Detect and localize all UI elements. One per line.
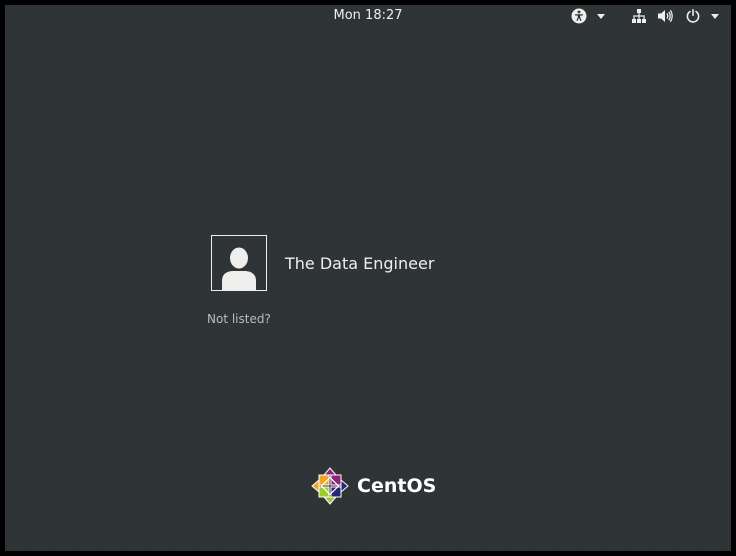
- clock[interactable]: Mon 18:27: [5, 8, 731, 23]
- login-screen: Mon 18:27 The Data Engineer Not listed? …: [5, 5, 731, 551]
- chevron-down-icon: [597, 13, 605, 19]
- user-silhouette-icon: [219, 244, 259, 290]
- system-menu[interactable]: [631, 7, 723, 25]
- user-name[interactable]: The Data Engineer: [285, 254, 434, 273]
- centos-logo-icon: [311, 467, 349, 505]
- clock-time[interactable]: 18:27: [365, 8, 402, 23]
- network-wired-icon: [631, 8, 647, 24]
- clock-day[interactable]: Mon: [333, 8, 360, 23]
- avatar[interactable]: [211, 235, 267, 291]
- accessibility-menu[interactable]: [571, 7, 611, 25]
- top-bar: Mon 18:27: [5, 5, 731, 27]
- logo-text: CentOS: [357, 475, 437, 497]
- centos-logo: CentOS: [311, 466, 436, 506]
- user-list-item[interactable]: The Data Engineer: [211, 233, 434, 293]
- power-icon: [685, 8, 701, 24]
- not-listed-link[interactable]: Not listed?: [207, 312, 271, 326]
- accessibility-icon: [571, 8, 587, 24]
- volume-icon: [657, 8, 673, 24]
- chevron-down-icon: [711, 13, 719, 19]
